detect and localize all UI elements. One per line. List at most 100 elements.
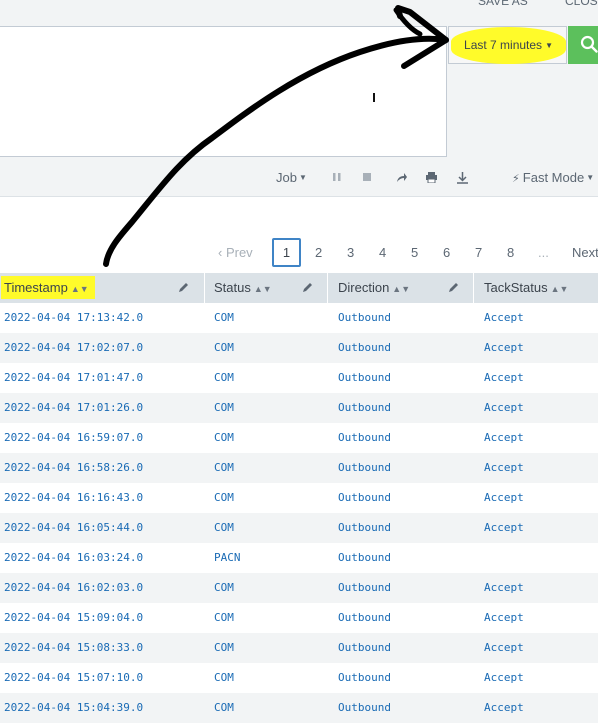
pencil-icon[interactable] — [302, 281, 314, 293]
cell-tackstatus[interactable]: Accept — [484, 453, 524, 483]
prev-page-link[interactable]: ‹ Prev — [218, 245, 253, 260]
cell-timestamp[interactable]: 2022-04-04 17:02:07.0 — [4, 333, 143, 363]
table-row: 2022-04-04 16:03:24.0 PACN Outbound — [0, 543, 598, 573]
page-2-link[interactable]: 2 — [315, 245, 322, 260]
table-row: 2022-04-04 16:02:03.0 COM Outbound Accept — [0, 573, 598, 603]
page-8-link[interactable]: 8 — [507, 245, 514, 260]
sort-icon: ▲▼ — [70, 284, 89, 294]
text-cursor — [373, 93, 375, 102]
cell-timestamp[interactable]: 2022-04-04 16:02:03.0 — [4, 573, 143, 603]
cell-status[interactable]: PACN — [214, 543, 241, 573]
cell-tackstatus[interactable]: Accept — [484, 333, 524, 363]
cell-direction[interactable]: Outbound — [338, 573, 391, 603]
cell-status[interactable]: COM — [214, 333, 234, 363]
cell-status[interactable]: COM — [214, 303, 234, 333]
cell-direction[interactable]: Outbound — [338, 663, 391, 693]
cell-direction[interactable]: Outbound — [338, 363, 391, 393]
page-7-link[interactable]: 7 — [475, 245, 482, 260]
column-header-timestamp[interactable]: Timestamp ▲▼ — [4, 273, 89, 303]
cell-timestamp[interactable]: 2022-04-04 17:13:42.0 — [4, 303, 143, 333]
time-range-picker[interactable]: Last 7 minutes ▼ — [448, 26, 567, 64]
cell-timestamp[interactable]: 2022-04-04 16:16:43.0 — [4, 483, 143, 513]
cell-status[interactable]: COM — [214, 603, 234, 633]
cell-direction[interactable]: Outbound — [338, 423, 391, 453]
cell-tackstatus[interactable]: Accept — [484, 603, 524, 633]
column-divider — [327, 273, 328, 303]
cell-status[interactable]: COM — [214, 633, 234, 663]
pause-icon[interactable] — [333, 172, 341, 182]
column-header-direction[interactable]: Direction ▲▼ — [338, 273, 410, 303]
table-row: 2022-04-04 15:09:04.0 COM Outbound Accept — [0, 603, 598, 633]
cell-timestamp[interactable]: 2022-04-04 16:03:24.0 — [4, 543, 143, 573]
stop-icon[interactable] — [363, 172, 372, 182]
page-3-link[interactable]: 3 — [347, 245, 354, 260]
cell-status[interactable]: COM — [214, 483, 234, 513]
cell-status[interactable]: COM — [214, 453, 234, 483]
cell-direction[interactable]: Outbound — [338, 603, 391, 633]
cell-tackstatus[interactable]: Accept — [484, 513, 524, 543]
chevron-down-icon: ▼ — [298, 173, 307, 182]
cell-tackstatus[interactable]: Accept — [484, 303, 524, 333]
cell-direction[interactable]: Outbound — [338, 633, 391, 663]
column-header-tackstatus[interactable]: TackStatus ▲▼ — [484, 273, 568, 303]
search-button[interactable] — [568, 26, 598, 64]
cell-timestamp[interactable]: 2022-04-04 17:01:47.0 — [4, 363, 143, 393]
table-row: 2022-04-04 17:01:47.0 COM Outbound Accept — [0, 363, 598, 393]
search-icon — [580, 35, 598, 53]
table-row: 2022-04-04 17:01:26.0 COM Outbound Accept — [0, 393, 598, 423]
cell-direction[interactable]: Outbound — [338, 333, 391, 363]
pagination: ‹ Prev 1 2 3 4 5 6 7 8 ... Next — [0, 235, 598, 273]
cell-timestamp[interactable]: 2022-04-04 16:59:07.0 — [4, 423, 143, 453]
cell-timestamp[interactable]: 2022-04-04 15:07:10.0 — [4, 663, 143, 693]
cell-direction[interactable]: Outbound — [338, 543, 391, 573]
sort-icon: ▲▼ — [550, 284, 569, 294]
cell-tackstatus[interactable]: Accept — [484, 423, 524, 453]
cell-timestamp[interactable]: 2022-04-04 16:58:26.0 — [4, 453, 143, 483]
cell-status[interactable]: COM — [214, 363, 234, 393]
print-icon[interactable] — [426, 172, 437, 183]
export-icon[interactable] — [457, 172, 468, 184]
cell-status[interactable]: COM — [214, 663, 234, 693]
cell-timestamp[interactable]: 2022-04-04 15:08:33.0 — [4, 633, 143, 663]
table-body: 2022-04-04 17:13:42.0 COM Outbound Accept 20… — [0, 303, 598, 723]
sort-icon: ▲▼ — [392, 284, 411, 294]
cell-status[interactable]: COM — [214, 393, 234, 423]
cell-tackstatus[interactable]: Accept — [484, 393, 524, 423]
cell-timestamp[interactable]: 2022-04-04 15:04:39.0 — [4, 693, 143, 723]
column-header-status[interactable]: Status ▲▼ — [214, 273, 272, 303]
next-page-link[interactable]: Next — [572, 245, 598, 260]
save-as-fragment[interactable]: SAVE AS — [478, 0, 528, 8]
pencil-icon[interactable] — [178, 281, 190, 293]
cell-tackstatus[interactable]: Accept — [484, 633, 524, 663]
cell-status[interactable]: COM — [214, 693, 234, 723]
page-6-link[interactable]: 6 — [443, 245, 450, 260]
time-range-label: Last 7 minutes ▼ — [464, 38, 553, 52]
cell-direction[interactable]: Outbound — [338, 513, 391, 543]
cell-tackstatus[interactable]: Accept — [484, 693, 524, 723]
cell-direction[interactable]: Outbound — [338, 393, 391, 423]
cell-direction[interactable]: Outbound — [338, 453, 391, 483]
job-menu[interactable]: Job ▼ — [276, 170, 307, 185]
cell-direction[interactable]: Outbound — [338, 303, 391, 333]
cell-tackstatus[interactable]: Accept — [484, 483, 524, 513]
share-icon[interactable] — [396, 172, 407, 183]
cell-status[interactable]: COM — [214, 423, 234, 453]
page-5-link[interactable]: 5 — [411, 245, 418, 260]
cell-tackstatus[interactable]: Accept — [484, 363, 524, 393]
pencil-icon[interactable] — [448, 281, 460, 293]
cell-timestamp[interactable]: 2022-04-04 15:09:04.0 — [4, 603, 143, 633]
cell-tackstatus[interactable]: Accept — [484, 663, 524, 693]
page-1-button[interactable]: 1 — [272, 238, 301, 267]
close-fragment[interactable]: CLOSE — [565, 0, 598, 8]
cell-timestamp[interactable]: 2022-04-04 17:01:26.0 — [4, 393, 143, 423]
table-row: 2022-04-04 16:16:43.0 COM Outbound Accept — [0, 483, 598, 513]
page-4-link[interactable]: 4 — [379, 245, 386, 260]
cell-direction[interactable]: Outbound — [338, 693, 391, 723]
cell-status[interactable]: COM — [214, 573, 234, 603]
search-mode-menu[interactable]: ⚡ Fast Mode ▼ — [512, 170, 594, 185]
cell-status[interactable]: COM — [214, 513, 234, 543]
cell-timestamp[interactable]: 2022-04-04 16:05:44.0 — [4, 513, 143, 543]
search-query-input[interactable] — [0, 26, 447, 157]
cell-direction[interactable]: Outbound — [338, 483, 391, 513]
cell-tackstatus[interactable]: Accept — [484, 573, 524, 603]
